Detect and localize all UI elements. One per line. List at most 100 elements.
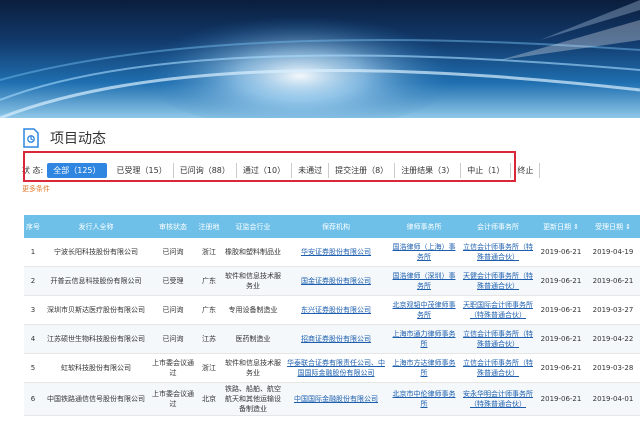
law-firm-link[interactable]: 上海市通力律师事务所 <box>393 330 456 348</box>
issuer-name: 开普云信息科技股份有限公司 <box>42 266 150 296</box>
sponsor[interactable]: 国金证券股份有限公司 <box>284 266 388 296</box>
accounting-firm[interactable]: 天职国际会计师事务所（特殊普通合伙） <box>460 295 536 325</box>
banner-graphic <box>0 0 640 118</box>
law-firm-link[interactable]: 北京市中伦律师事务所 <box>393 390 456 408</box>
law-firm-link[interactable]: 北京观韬中茂律师事务所 <box>393 301 456 319</box>
issuer-name: 江苏硕世生物科技股份有限公司 <box>42 324 150 354</box>
row-number: 5 <box>24 353 42 383</box>
table-header-row: 序号 发行人全称 审核状态 注册地 证监会行业 保荐机构 律师事务所 会计师事务… <box>24 215 640 238</box>
document-icon <box>23 128 39 148</box>
accounting-firm[interactable]: 立信会计师事务所（特殊普通合伙） <box>460 353 536 383</box>
table-row: 3 深圳市贝斯达医疗股份有限公司 已问询 广东 专用设备制造业 东兴证券股份有限… <box>24 295 640 325</box>
col-header-no: 序号 <box>24 215 42 238</box>
row-number: 2 <box>24 266 42 296</box>
table-row: 2 开普云信息科技股份有限公司 已受理 广东 软件和信息技术服务业 国金证券股份… <box>24 266 640 296</box>
updated-date: 2019-06-21 <box>536 324 586 354</box>
law-firm[interactable]: 国浩律师（深圳）事务所 <box>388 266 460 296</box>
law-firm[interactable]: 上海市通力律师事务所 <box>388 324 460 354</box>
issuer-name: 深圳市贝斯达医疗股份有限公司 <box>42 295 150 325</box>
row-number: 4 <box>24 324 42 354</box>
region: 浙江 <box>196 353 222 383</box>
col-header-issuer: 发行人全称 <box>42 215 150 238</box>
law-firm-link[interactable]: 国浩律师（上海）事务所 <box>393 243 456 261</box>
col-header-sponsor: 保荐机构 <box>284 215 388 238</box>
region: 江苏 <box>196 324 222 354</box>
region: 广东 <box>196 295 222 325</box>
sponsor-link[interactable]: 华安证券股份有限公司 <box>301 248 371 256</box>
sponsor[interactable]: 中国国际金融股份有限公司 <box>284 382 388 416</box>
region: 浙江 <box>196 238 222 267</box>
page-header: 项目动态 <box>22 124 106 152</box>
updated-date: 2019-06-21 <box>536 382 586 416</box>
col-header-status: 审核状态 <box>150 215 196 238</box>
law-firm-link[interactable]: 国浩律师（深圳）事务所 <box>393 272 456 290</box>
sponsor[interactable]: 华泰联合证券有限责任公司、中国国际金融股份有限公司 <box>284 353 388 383</box>
review-status: 已问询 <box>150 238 196 267</box>
accounting-firm[interactable]: 立信会计师事务所（特殊普通合伙） <box>460 324 536 354</box>
accounting-firm-link[interactable]: 天健会计师事务所（特殊普通合伙） <box>463 272 533 290</box>
accounting-firm[interactable]: 立信会计师事务所（特殊普通合伙） <box>460 238 536 267</box>
industry: 医药制造业 <box>222 324 284 354</box>
industry: 软件和信息技术服务业 <box>222 353 284 383</box>
col-header-law-firm: 律师事务所 <box>388 215 460 238</box>
table-row: 6 中国铁路通信信号股份有限公司 上市委会议通过 北京 铁路、船舶、航空航天和其… <box>24 382 640 416</box>
sponsor-link[interactable]: 东兴证券股份有限公司 <box>301 306 371 314</box>
accounting-firm-link[interactable]: 天职国际会计师事务所（特殊普通合伙） <box>463 301 533 319</box>
accounting-firm-link[interactable]: 立信会计师事务所（特殊普通合伙） <box>463 359 533 377</box>
accepted-date: 2019-03-28 <box>586 353 640 383</box>
industry: 软件和信息技术服务业 <box>222 266 284 296</box>
accepted-header-label: 受理日期 <box>595 222 624 231</box>
sort-accepted-icon[interactable]: ⇕ <box>625 223 631 231</box>
industry: 铁路、船舶、航空航天和其他运输设备制造业 <box>222 382 284 416</box>
accepted-date: 2019-04-01 <box>586 382 640 416</box>
law-firm-link[interactable]: 上海市方达律师事务所 <box>393 359 456 377</box>
updated-date: 2019-06-21 <box>536 238 586 267</box>
table-row: 4 江苏硕世生物科技股份有限公司 已问询 江苏 医药制造业 招商证券股份有限公司… <box>24 324 640 354</box>
row-number: 3 <box>24 295 42 325</box>
col-header-updated[interactable]: 更新日期 ⇕ <box>536 215 586 238</box>
review-status: 已问询 <box>150 324 196 354</box>
project-table: 序号 发行人全称 审核状态 注册地 证监会行业 保荐机构 律师事务所 会计师事务… <box>24 215 640 416</box>
more-conditions-link[interactable]: 更多条件 <box>22 184 50 194</box>
issuer-name: 中国铁路通信信号股份有限公司 <box>42 382 150 416</box>
col-header-industry: 证监会行业 <box>222 215 284 238</box>
accepted-date: 2019-06-21 <box>586 266 640 296</box>
issuer-name: 宁波长阳科技股份有限公司 <box>42 238 150 267</box>
law-firm[interactable]: 北京市中伦律师事务所 <box>388 382 460 416</box>
sponsor-link[interactable]: 招商证券股份有限公司 <box>301 335 371 343</box>
sponsor[interactable]: 华安证券股份有限公司 <box>284 238 388 267</box>
law-firm[interactable]: 上海市方达律师事务所 <box>388 353 460 383</box>
issuer-name: 虹软科技股份有限公司 <box>42 353 150 383</box>
row-number: 1 <box>24 238 42 267</box>
sponsor-link[interactable]: 华泰联合证券有限责任公司、中国国际金融股份有限公司 <box>287 359 385 377</box>
review-status: 已受理 <box>150 266 196 296</box>
updated-date: 2019-06-21 <box>536 295 586 325</box>
page-title: 项目动态 <box>50 131 106 147</box>
accounting-firm[interactable]: 安永华明会计师事务所（特殊普通合伙） <box>460 382 536 416</box>
table-row: 1 宁波长阳科技股份有限公司 已问询 浙江 橡胶和塑料制品业 华安证券股份有限公… <box>24 238 640 267</box>
review-status: 已问询 <box>150 295 196 325</box>
industry: 专用设备制造业 <box>222 295 284 325</box>
table-row: 5 虹软科技股份有限公司 上市委会议通过 浙江 软件和信息技术服务业 华泰联合证… <box>24 353 640 383</box>
review-status: 上市委会议通过 <box>150 382 196 416</box>
accounting-firm-link[interactable]: 立信会计师事务所（特殊普通合伙） <box>463 243 533 261</box>
region: 北京 <box>196 382 222 416</box>
header-banner <box>0 0 640 118</box>
col-header-accepted[interactable]: 受理日期 ⇕ <box>586 215 640 238</box>
law-firm[interactable]: 国浩律师（上海）事务所 <box>388 238 460 267</box>
accounting-firm[interactable]: 天健会计师事务所（特殊普通合伙） <box>460 266 536 296</box>
col-header-region: 注册地 <box>196 215 222 238</box>
accounting-firm-link[interactable]: 安永华明会计师事务所（特殊普通合伙） <box>463 390 533 408</box>
sort-updated-icon[interactable]: ⇕ <box>573 223 579 231</box>
law-firm[interactable]: 北京观韬中茂律师事务所 <box>388 295 460 325</box>
sponsor-link[interactable]: 国金证券股份有限公司 <box>301 277 371 285</box>
sponsor-link[interactable]: 中国国际金融股份有限公司 <box>294 395 378 403</box>
filter-highlight-annotation <box>23 151 516 182</box>
sponsor[interactable]: 招商证券股份有限公司 <box>284 324 388 354</box>
sponsor[interactable]: 东兴证券股份有限公司 <box>284 295 388 325</box>
col-header-accounting-firm: 会计师事务所 <box>460 215 536 238</box>
accounting-firm-link[interactable]: 立信会计师事务所（特殊普通合伙） <box>463 330 533 348</box>
updated-date: 2019-06-21 <box>536 353 586 383</box>
updated-header-label: 更新日期 <box>543 222 572 231</box>
updated-date: 2019-06-21 <box>536 266 586 296</box>
